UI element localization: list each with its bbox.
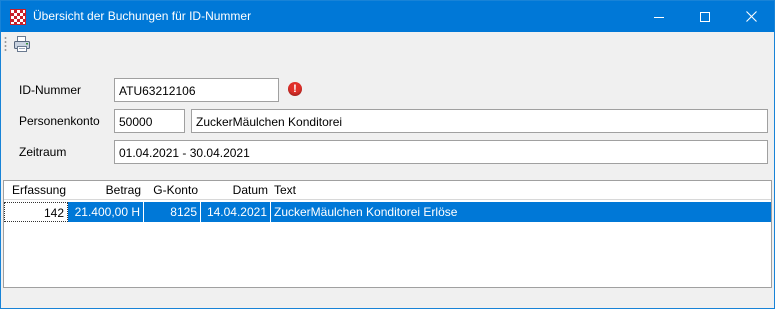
print-button[interactable] — [11, 34, 33, 54]
table-header: Erfassung Betrag G-Konto Datum Text — [4, 181, 771, 200]
column-header-datum[interactable]: Datum — [201, 181, 268, 200]
column-header-gkonto[interactable]: G-Konto — [144, 181, 198, 200]
period-field[interactable]: 01.04.2021 - 30.04.2021 — [114, 140, 768, 164]
id-number-field[interactable]: ATU63212106 — [114, 78, 279, 102]
toolbar-grip-icon[interactable] — [4, 36, 7, 52]
cell-gkonto[interactable]: 8125 — [144, 202, 201, 222]
printer-icon — [14, 36, 30, 52]
cell-betrag[interactable]: 21.400,00 H — [68, 202, 144, 222]
maximize-button[interactable] — [682, 1, 728, 32]
error-icon: ! — [288, 82, 302, 96]
app-icon — [10, 9, 26, 25]
account-number-field[interactable]: 50000 — [114, 109, 185, 133]
cell-datum[interactable]: 14.04.2021 — [201, 202, 271, 222]
column-header-betrag[interactable]: Betrag — [68, 181, 141, 200]
maximize-icon — [700, 11, 710, 22]
close-button[interactable] — [728, 1, 774, 32]
id-number-label: ID-Nummer — [19, 83, 81, 97]
booking-overview-window: Übersicht der Buchungen für ID-Nummer ID… — [0, 0, 775, 309]
account-name-field[interactable]: ZuckerMäulchen Konditorei — [191, 109, 768, 133]
column-header-erfassung[interactable]: Erfassung — [12, 181, 66, 200]
account-label: Personenkonto — [19, 114, 100, 128]
close-icon — [745, 11, 757, 22]
table-row[interactable]: 142 21.400,00 H 8125 14.04.2021 ZuckerMä… — [4, 202, 771, 222]
cell-text[interactable]: ZuckerMäulchen Konditorei Erlöse — [271, 202, 771, 222]
column-header-text[interactable]: Text — [274, 181, 334, 200]
toolbar — [1, 32, 774, 56]
cell-erfassung[interactable]: 142 — [4, 202, 68, 222]
minimize-button[interactable] — [636, 1, 682, 32]
window-title: Übersicht der Buchungen für ID-Nummer — [33, 9, 252, 23]
period-label: Zeitraum — [19, 145, 67, 159]
status-bar — [1, 289, 774, 308]
bookings-table[interactable]: Erfassung Betrag G-Konto Datum Text 142 … — [3, 180, 772, 288]
minimize-icon — [654, 16, 664, 18]
title-bar[interactable]: Übersicht der Buchungen für ID-Nummer — [1, 1, 774, 32]
